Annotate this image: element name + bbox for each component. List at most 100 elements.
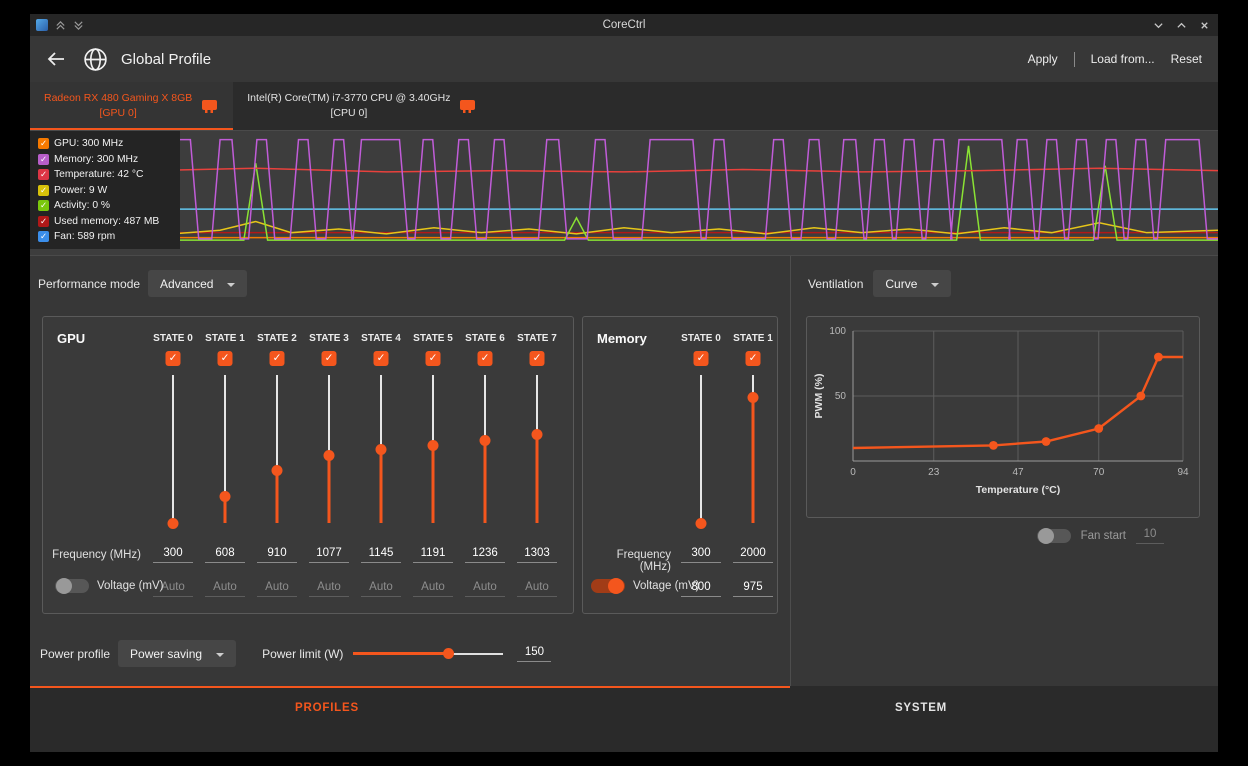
slider-handle[interactable] [324,450,335,461]
legend-item: ✓ Temperature: 42 °C [38,167,172,183]
gpu-state-slider[interactable] [322,375,336,523]
legend-checkbox[interactable]: ✓ [38,200,49,211]
reset-button[interactable]: Reset [1171,52,1202,66]
slider-track [172,375,174,523]
gpu-voltage-input[interactable]: Auto [205,581,245,597]
gpu-state-checkbox[interactable]: ✓ [478,351,493,366]
svg-text:23: 23 [928,467,940,478]
slider-handle[interactable] [220,491,231,502]
memory-state-slider[interactable] [746,375,760,523]
legend-label: Temperature: 42 °C [54,169,143,180]
fan-curve-point[interactable] [1042,437,1051,446]
slider-handle[interactable] [532,429,543,440]
legend-item: ✓GPU: 300 MHz [38,136,172,152]
apply-button[interactable]: Apply [1028,52,1058,66]
gpu-state-checkbox[interactable]: ✓ [270,351,285,366]
gpu-state-slider[interactable] [374,375,388,523]
device-tab-cpu[interactable]: Intel(R) Core(TM) i7-3770 CPU @ 3.40GHz[… [233,82,491,130]
slider-handle[interactable] [428,440,439,451]
memory-state-checkbox[interactable]: ✓ [746,351,761,366]
legend-item: ✓Fan: 589 rpm [38,229,172,245]
gpu-frequency-input[interactable]: 1303 [517,547,557,563]
memory-frequency-input[interactable]: 300 [681,547,721,563]
tab-system[interactable]: SYSTEM [624,688,1218,728]
memory-voltage-input[interactable]: 975 [733,581,773,597]
slider-fill [432,445,435,523]
slider-handle[interactable] [748,392,759,403]
ventilation-mode-dropdown[interactable]: Curve [873,270,951,297]
gpu-frequency-input[interactable]: 1236 [465,547,505,563]
fan-curve-point[interactable] [1136,392,1145,401]
legend-checkbox[interactable]: ✓ [38,154,49,165]
memory-frequency-input[interactable]: 2000 [733,547,773,563]
legend-checkbox[interactable]: ✓ [38,185,49,196]
fan-start-toggle[interactable] [1037,529,1071,543]
fan-start-input[interactable]: 10 [1136,528,1164,544]
device-tab-bar: Radeon RX 480 Gaming X 8GB[GPU 0]Intel(R… [30,82,1218,130]
gpu-state-checkbox[interactable]: ✓ [374,351,389,366]
close-button[interactable] [1199,20,1210,31]
memory-state-checkbox[interactable]: ✓ [694,351,709,366]
fan-curve-point[interactable] [1154,353,1163,362]
gpu-state-checkbox[interactable]: ✓ [530,351,545,366]
maximize-button[interactable] [1176,20,1187,31]
sensor-legend: ✓GPU: 300 MHz✓Memory: 300 MHz✓Temperatur… [30,131,180,249]
fan-curve-point[interactable] [989,441,998,450]
gpu-state-label: STATE 6 [459,333,511,344]
gpu-state-checkbox[interactable]: ✓ [426,351,441,366]
gpu-state-checkbox[interactable]: ✓ [166,351,181,366]
gpu-state-slider[interactable] [426,375,440,523]
gpu-frequency-input[interactable]: 910 [257,547,297,563]
legend-checkbox[interactable]: ✓ [38,138,49,149]
minimize-button[interactable] [1153,20,1164,31]
gpu-voltage-input[interactable]: Auto [361,581,401,597]
gpu-state-slider[interactable] [530,375,544,523]
slider-handle[interactable] [376,444,387,455]
gpu-frequency-input[interactable]: 608 [205,547,245,563]
gpu-voltage-input[interactable]: Auto [413,581,453,597]
slider-handle[interactable] [480,435,491,446]
device-tab-gpu[interactable]: Radeon RX 480 Gaming X 8GB[GPU 0] [30,82,233,130]
chevron-down-icon [227,283,235,287]
gpu-state-checkbox[interactable]: ✓ [218,351,233,366]
fan-curve-point[interactable] [1094,424,1103,433]
tab-profiles[interactable]: PROFILES [30,688,624,728]
svg-text:47: 47 [1012,467,1024,478]
gpu-state-slider[interactable] [478,375,492,523]
power-profile-dropdown[interactable]: Power saving [118,640,236,667]
memory-state-slider[interactable] [694,375,708,523]
gpu-frequency-input[interactable]: 1191 [413,547,453,563]
legend-checkbox[interactable]: ✓ [38,169,49,180]
svg-text:PWM (%): PWM (%) [813,374,825,419]
fan-start-row: Fan start 10 [806,528,1200,544]
performance-mode-dropdown[interactable]: Advanced [148,270,247,297]
slider-handle[interactable] [443,648,454,659]
gpu-frequency-input[interactable]: 1077 [309,547,349,563]
window-title: CoreCtrl [30,14,1218,36]
gpu-frequency-input[interactable]: 1145 [361,547,401,563]
legend-checkbox[interactable]: ✓ [38,231,49,242]
slider-handle[interactable] [696,518,707,529]
gpu-state-label: STATE 5 [407,333,459,344]
gpu-voltage-toggle[interactable] [55,579,89,593]
legend-checkbox[interactable]: ✓ [38,216,49,227]
slider-handle[interactable] [272,465,283,476]
gpu-voltage-input[interactable]: Auto [465,581,505,597]
gpu-state-slider[interactable] [218,375,232,523]
memory-voltage-toggle[interactable] [591,579,625,593]
slider-handle[interactable] [168,518,179,529]
gpu-state-slider[interactable] [270,375,284,523]
gpu-state-slider[interactable] [166,375,180,523]
gpu-state-checkbox[interactable]: ✓ [322,351,337,366]
fan-curve-chart[interactable]: 02347709450100PWM (%)Temperature (°C) [807,317,1199,517]
power-limit-input[interactable]: 150 [517,646,551,662]
gpu-state-label: STATE 1 [199,333,251,344]
gpu-voltage-input[interactable]: Auto [517,581,557,597]
memory-states: STATE 0✓300800STATE 1✓2000975 [675,317,779,609]
load-from-button[interactable]: Load from... [1091,52,1155,66]
power-limit-slider[interactable] [353,647,503,661]
gpu-voltage-input[interactable]: Auto [257,581,297,597]
back-button[interactable] [46,51,66,67]
gpu-frequency-input[interactable]: 300 [153,547,193,563]
gpu-voltage-input[interactable]: Auto [309,581,349,597]
